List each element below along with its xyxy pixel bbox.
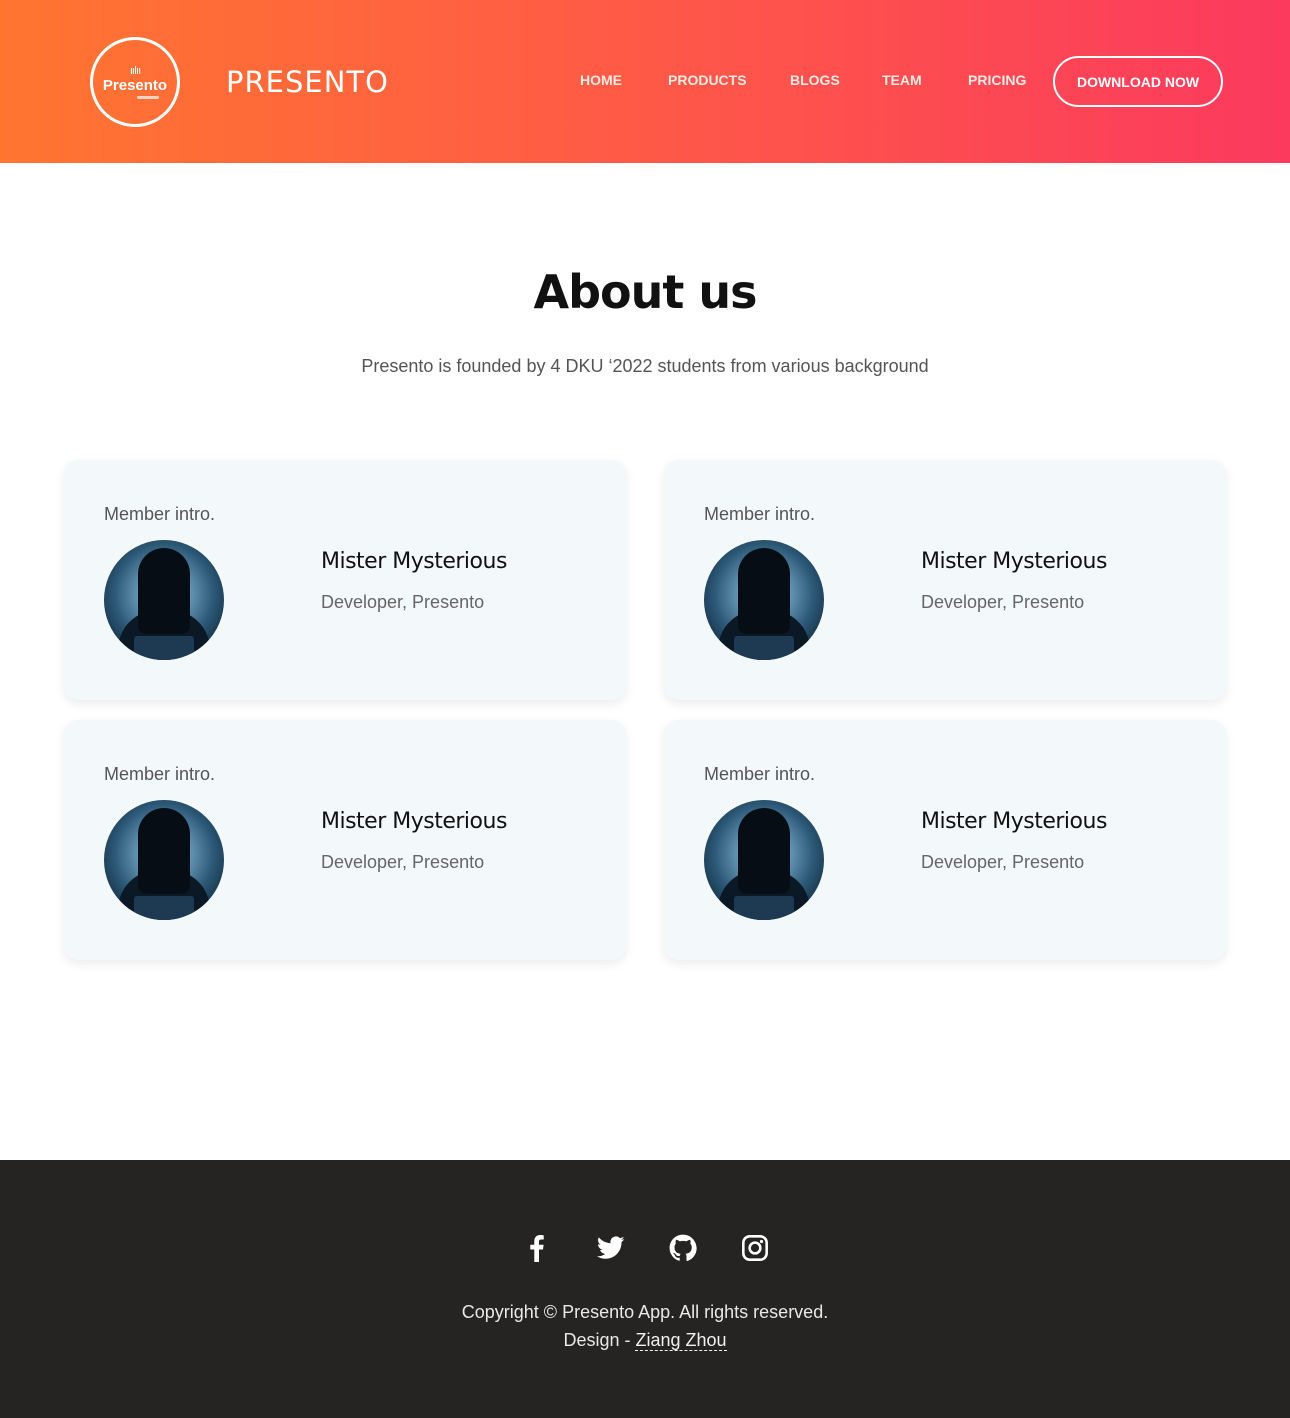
logo-tagline-mark — [137, 96, 159, 99]
member-intro: Member intro. — [704, 504, 816, 524]
nav-team[interactable]: TEAM — [882, 70, 922, 90]
member-intro: Member intro. — [104, 764, 216, 784]
facebook-icon[interactable] — [518, 1230, 554, 1266]
logo-text: Presento — [102, 77, 168, 94]
nav-blogs[interactable]: BLOGS — [790, 70, 840, 90]
nav-products[interactable]: PRODUCTS — [668, 70, 747, 90]
soundwave-icon: ıılıı — [129, 64, 141, 77]
twitter-icon[interactable] — [593, 1230, 629, 1266]
member-role: Developer, Presento — [921, 592, 1085, 612]
member-card: Member intro. Mister Mysterious Develope… — [64, 720, 626, 960]
github-icon[interactable] — [665, 1230, 701, 1266]
design-credit: Design - Ziang Zhou — [0, 1326, 1290, 1354]
member-card: Member intro. Mister Mysterious Develope… — [64, 460, 626, 700]
instagram-icon[interactable] — [737, 1230, 773, 1266]
designer-link[interactable]: Ziang Zhou — [635, 1330, 727, 1351]
member-card: Member intro. Mister Mysterious Develope… — [664, 720, 1226, 960]
copyright-text: Copyright © Presento App. All rights res… — [461, 1302, 829, 1322]
logo[interactable]: ıılıı Presento — [90, 37, 180, 127]
site-footer: Copyright © Presento App. All rights res… — [0, 1160, 1290, 1418]
avatar — [104, 800, 224, 920]
member-role: Developer, Presento — [321, 592, 485, 612]
design-prefix: Design - — [563, 1330, 636, 1350]
nav-pricing[interactable]: PRICING — [968, 70, 1026, 90]
about-subtitle: Presento is founded by 4 DKU ‘2022 stude… — [361, 356, 929, 376]
member-name: Mister Mysterious — [321, 549, 507, 574]
site-header: ıılıı Presento PRESENTO HOME PRODUCTS BL… — [0, 0, 1290, 163]
member-name: Mister Mysterious — [921, 809, 1107, 834]
page-title: About us — [533, 265, 757, 319]
avatar — [704, 540, 824, 660]
brand-name[interactable]: PRESENTO — [226, 62, 389, 102]
avatar — [104, 540, 224, 660]
member-role: Developer, Presento — [921, 852, 1085, 872]
member-name: Mister Mysterious — [921, 549, 1107, 574]
member-card: Member intro. Mister Mysterious Develope… — [664, 460, 1226, 700]
member-role: Developer, Presento — [321, 852, 485, 872]
member-name: Mister Mysterious — [321, 809, 507, 834]
nav-home[interactable]: HOME — [580, 70, 622, 90]
download-now-button[interactable]: DOWNLOAD NOW — [1053, 56, 1223, 107]
avatar — [704, 800, 824, 920]
member-intro: Member intro. — [704, 764, 816, 784]
member-intro: Member intro. — [104, 504, 216, 524]
